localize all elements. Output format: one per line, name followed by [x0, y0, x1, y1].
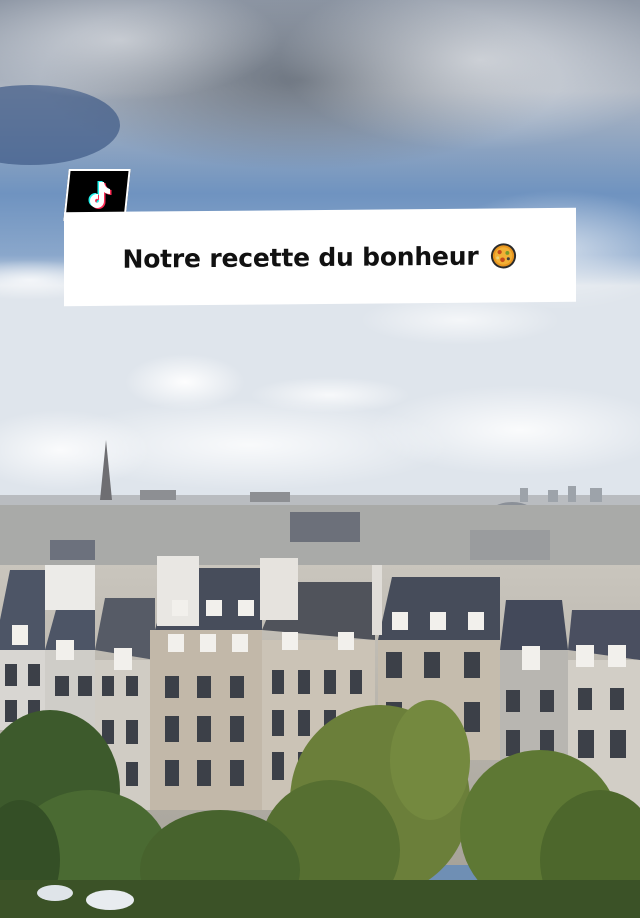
paella-pan-icon [490, 242, 516, 268]
caption-title: Notre recette du bonheur [122, 241, 517, 273]
caption-banner: Notre recette du bonheur [64, 207, 576, 307]
paris-rooftops-photo [0, 0, 640, 918]
caption-text: Notre recette du bonheur [122, 241, 479, 274]
paris-cityscape-image [0, 0, 640, 918]
music-note-icon [88, 181, 112, 209]
